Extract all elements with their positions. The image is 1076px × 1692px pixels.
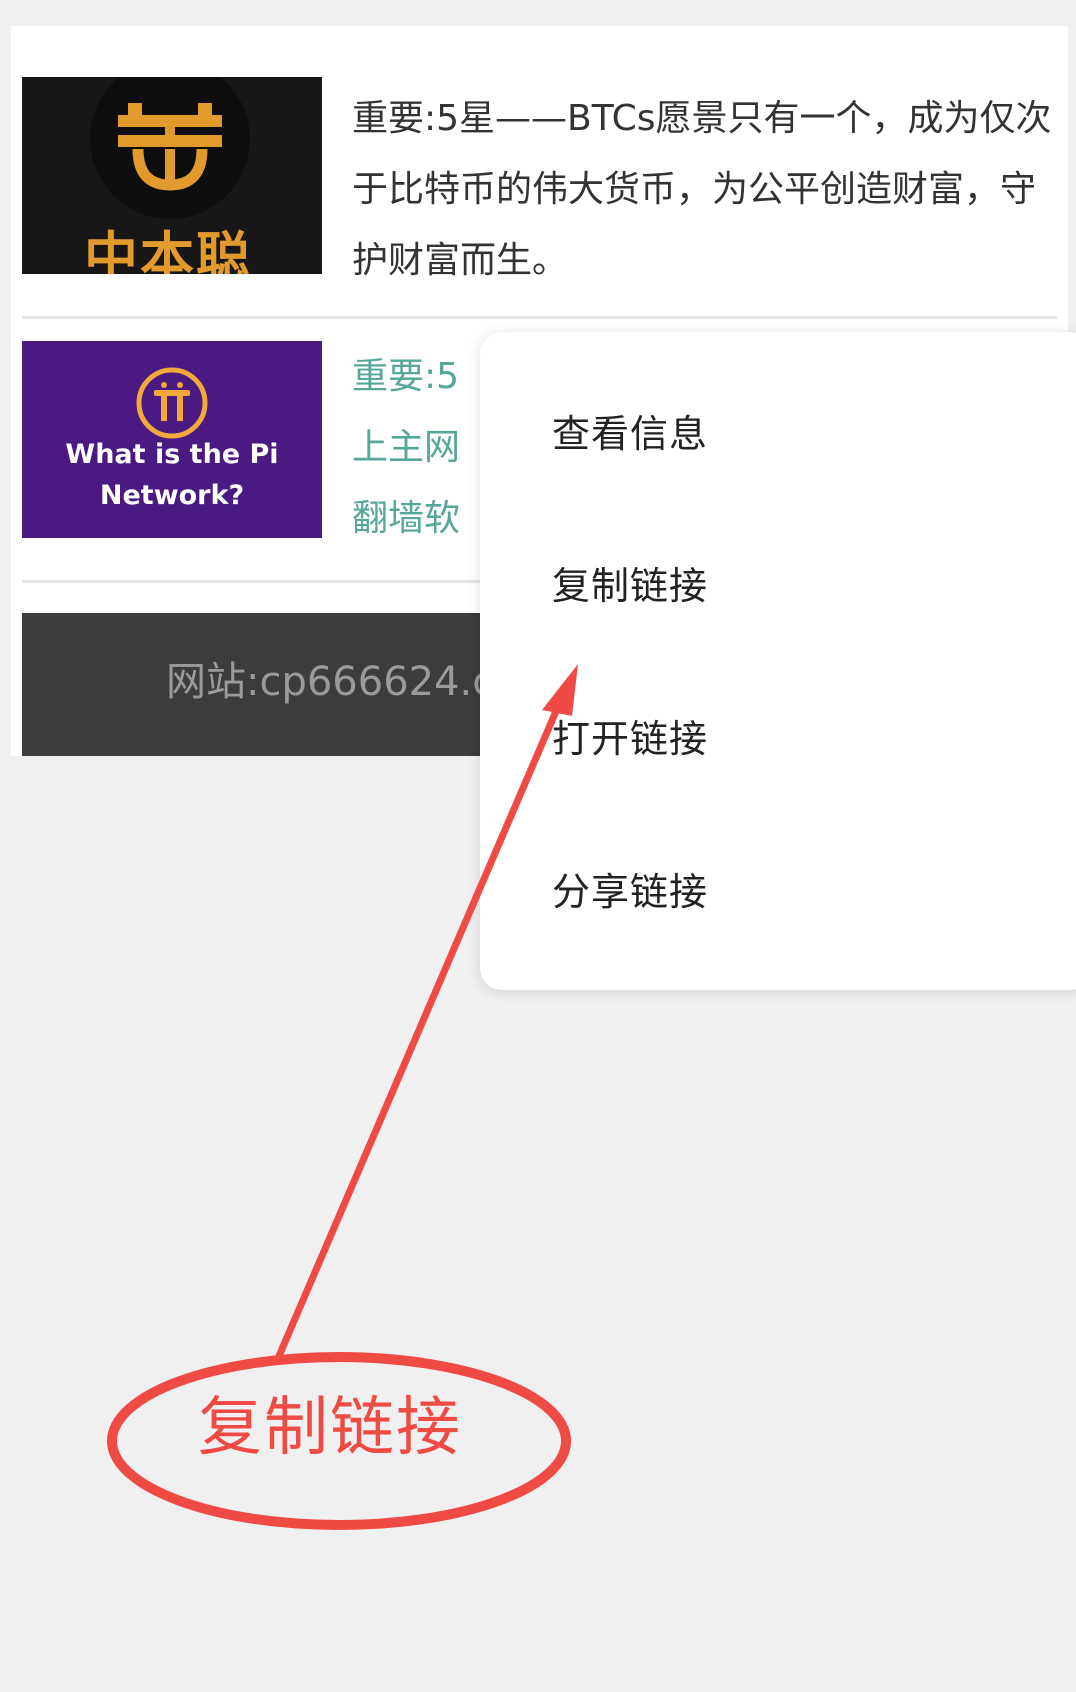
annotation-arrow-shaft	[275, 691, 567, 1360]
annotation-arrowhead-icon	[542, 664, 578, 716]
annotation-overlay	[107, 664, 578, 1530]
annotation-label: 复制链接	[198, 1391, 462, 1465]
